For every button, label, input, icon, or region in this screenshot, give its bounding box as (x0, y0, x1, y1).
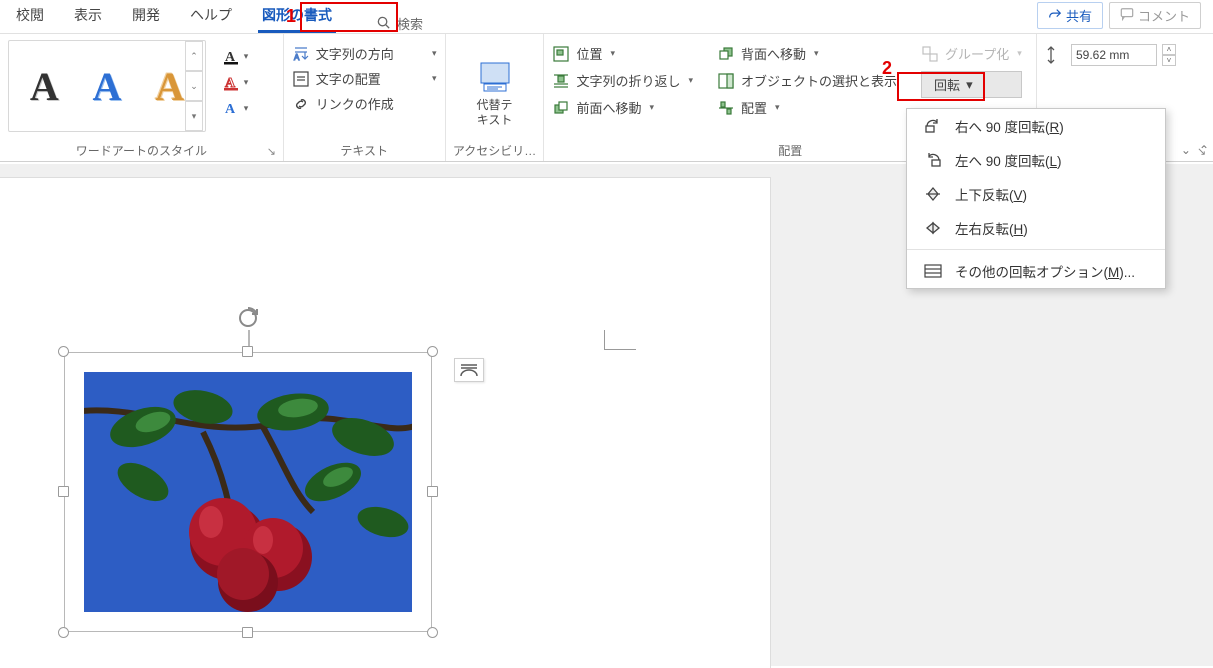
text-effects-button[interactable]: A▾ (212, 96, 258, 120)
wordart-gallery-more-icon[interactable]: ▾ (185, 101, 203, 131)
group-objects-icon (921, 45, 939, 63)
position-button[interactable]: 位置 ▾ (552, 44, 693, 63)
tab-review[interactable]: 校閲 (12, 0, 48, 33)
wrap-text-button[interactable]: 文字列の折り返し ▾ (552, 71, 693, 90)
tab-help[interactable]: ヘルプ (186, 0, 236, 33)
rotate-left-90-item[interactable]: 左へ 90 度回転(L) (907, 143, 1165, 177)
tab-view[interactable]: 表示 (70, 0, 106, 33)
group-objects-button: グループ化 ▾ (921, 44, 1022, 63)
resize-handle-l[interactable] (58, 486, 69, 497)
ribbon-expand-chevron-icon[interactable]: ⌃ (1199, 143, 1209, 157)
wordart-gallery[interactable]: A A A ⌃ ⌄ ▾ (8, 40, 206, 132)
resize-handle-b[interactable] (242, 627, 253, 638)
resize-handle-bl[interactable] (58, 627, 69, 638)
wordart-gallery-down-icon[interactable]: ⌄ (185, 71, 203, 101)
wordart-dialog-launcher-icon[interactable]: ↘ (267, 145, 281, 159)
flip-horizontal-item[interactable]: 左右反転(H) (907, 211, 1165, 245)
selection-pane-button[interactable]: オブジェクトの選択と表示 (717, 71, 897, 90)
search-box[interactable]: 検索 (376, 14, 423, 33)
layout-options-button[interactable] (454, 358, 484, 382)
comment-icon (1120, 7, 1134, 24)
more-rotation-icon (923, 263, 943, 279)
title-tab-row: 校閲 表示 開発 ヘルプ 図形の書式 検索 共有 コメント (0, 0, 1213, 34)
send-backward-button[interactable]: 背面へ移動 ▾ (717, 44, 897, 63)
svg-text:A: A (294, 53, 300, 62)
resize-handle-r[interactable] (427, 486, 438, 497)
group-label-accessibility: アクセシビリ… (446, 142, 544, 159)
chevron-down-icon: ▾ (650, 102, 655, 113)
picture-content (84, 372, 412, 612)
resize-handle-tl[interactable] (58, 346, 69, 357)
position-icon (552, 45, 570, 63)
bring-forward-icon (552, 99, 570, 117)
ribbon-collapse-chevron-icon[interactable]: ⌄ (1181, 143, 1191, 157)
chevron-down-icon: ▾ (432, 48, 437, 59)
text-outline-button[interactable]: A▾ (212, 70, 258, 94)
search-placeholder: 検索 (397, 14, 423, 33)
group-wordart-styles: A A A ⌃ ⌄ ▾ A▾ A▾ A▾ ワ (0, 34, 284, 161)
alt-text-icon (478, 60, 512, 94)
selection-pane-icon (717, 72, 735, 90)
share-button[interactable]: 共有 (1037, 2, 1103, 29)
shape-height-field[interactable]: 59.62 mm ˄˅ (1045, 44, 1205, 66)
align-icon (717, 99, 735, 117)
align-button[interactable]: 配置 ▾ (717, 98, 897, 117)
flip-vertical-item[interactable]: 上下反転(V) (907, 177, 1165, 211)
tab-developer[interactable]: 開発 (128, 0, 164, 33)
svg-text:A: A (225, 102, 236, 117)
search-icon (376, 15, 391, 33)
chevron-down-icon: ▾ (1017, 48, 1022, 59)
chevron-down-icon: ▾ (611, 48, 616, 59)
create-link-button[interactable]: リンクの作成 (292, 94, 437, 113)
wordart-preset-2[interactable]: A (93, 63, 122, 110)
resize-handle-tr[interactable] (427, 346, 438, 357)
wordart-preset-3[interactable]: A (155, 63, 184, 110)
rotate-left-icon (923, 152, 943, 168)
chevron-down-icon: ▾ (689, 75, 694, 86)
text-fill-button[interactable]: A▾ (212, 44, 258, 68)
text-direction-icon: A (292, 45, 310, 63)
selected-picture[interactable] (64, 352, 432, 632)
layout-options-icon (459, 362, 479, 378)
chevron-down-icon: ▾ (775, 102, 780, 113)
wordart-gallery-up-icon[interactable]: ⌃ (185, 41, 203, 71)
height-down-icon[interactable]: ˅ (1162, 55, 1176, 66)
rotate-right-icon (923, 118, 943, 134)
flip-horizontal-icon (923, 220, 943, 236)
rotation-handle-icon[interactable] (236, 306, 260, 330)
link-icon (292, 95, 310, 113)
chevron-down-icon: ▾ (814, 48, 819, 59)
rotate-button[interactable]: 回転 ▾ (921, 71, 1022, 98)
send-backward-icon (717, 45, 735, 63)
chevron-down-icon: ▾ (432, 73, 437, 84)
height-icon (1045, 45, 1065, 65)
flip-vertical-icon (923, 186, 943, 202)
resize-handle-br[interactable] (427, 627, 438, 638)
rotate-dropdown-menu: 右へ 90 度回転(R) 左へ 90 度回転(L) 上下反転(V) 左右反転(H… (906, 108, 1166, 289)
align-text-button[interactable]: 文字の配置 ▾ (292, 69, 437, 88)
text-direction-button[interactable]: A 文字列の方向 ▾ (292, 44, 437, 63)
resize-handle-t[interactable] (242, 346, 253, 357)
tab-shape-format[interactable]: 図形の書式 (258, 0, 336, 33)
alt-text-button[interactable]: 代替テ キスト (477, 56, 513, 127)
height-up-icon[interactable]: ˄ (1162, 44, 1176, 55)
wrap-text-icon (552, 72, 570, 90)
group-text: A 文字列の方向 ▾ 文字の配置 ▾ リンクの作成 テキスト (284, 34, 446, 161)
comment-button[interactable]: コメント (1109, 2, 1201, 29)
align-text-icon (292, 70, 310, 88)
wordart-preset-1[interactable]: A (30, 63, 59, 110)
group-label-text: テキスト (284, 142, 445, 159)
paragraph-mark-icon (604, 330, 636, 350)
more-rotation-options-item[interactable]: その他の回転オプション(M)... (907, 254, 1165, 288)
group-accessibility: 代替テ キスト アクセシビリ… (446, 34, 545, 161)
group-label-wordart: ワードアートのスタイル (0, 142, 283, 159)
bring-forward-button[interactable]: 前面へ移動 ▾ (552, 98, 693, 117)
document-page[interactable] (0, 178, 770, 668)
rotate-right-90-item[interactable]: 右へ 90 度回転(R) (907, 109, 1165, 143)
chevron-down-icon: ▾ (966, 77, 973, 93)
share-icon (1048, 7, 1062, 24)
